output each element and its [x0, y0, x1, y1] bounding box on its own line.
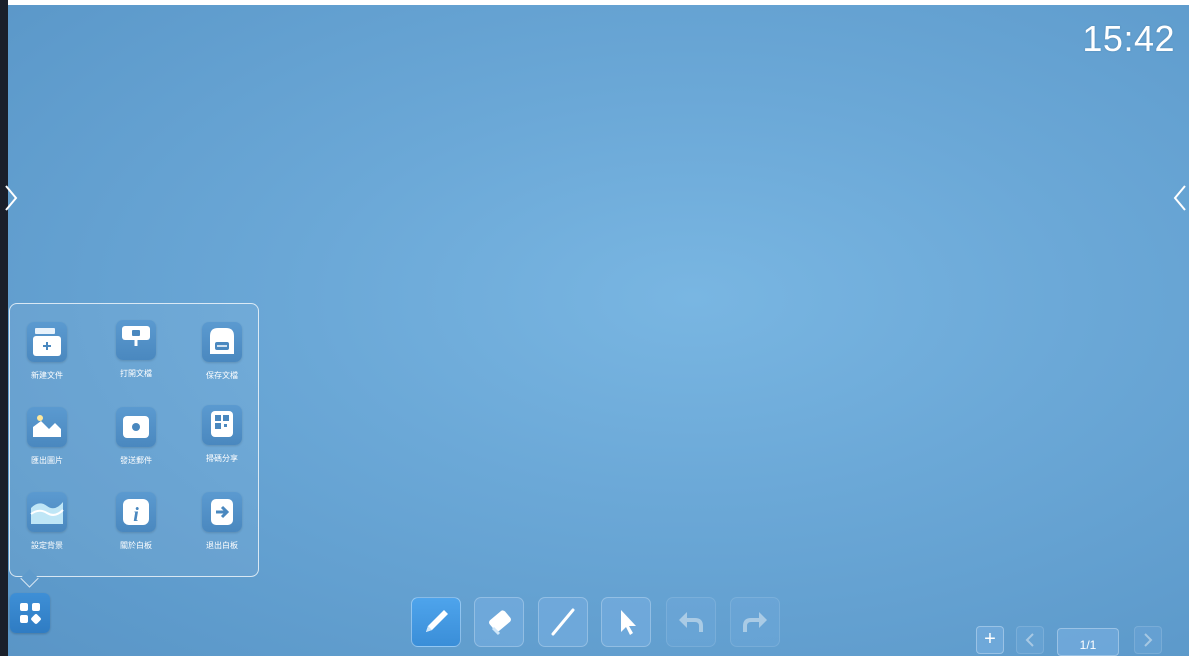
- add-page-button[interactable]: +: [976, 626, 1004, 654]
- menu-item-label: 掃碼分享: [206, 454, 238, 463]
- new-file-icon: [27, 322, 67, 362]
- exit-icon: [202, 492, 242, 532]
- screen-left-bezel: [0, 0, 8, 656]
- menu-launcher-button[interactable]: [10, 593, 50, 633]
- send-mail-icon: [116, 407, 156, 447]
- save-document-icon: [202, 322, 242, 362]
- menu-item-qr-share[interactable]: 掃碼分享: [192, 405, 252, 464]
- menu-item-exit[interactable]: 退出白板: [192, 492, 252, 551]
- menu-item-label: 打開文檔: [120, 369, 152, 378]
- chevron-left-icon: [1025, 633, 1034, 647]
- svg-text:i: i: [133, 504, 139, 526]
- select-cursor-icon: [621, 610, 636, 635]
- info-icon: i: [116, 492, 156, 532]
- qr-share-icon: [202, 405, 242, 445]
- redo-button[interactable]: [730, 597, 780, 647]
- open-document-icon: [116, 320, 156, 360]
- menu-item-label: 匯出圖片: [31, 456, 63, 465]
- pen-icon: [426, 610, 448, 632]
- undo-button[interactable]: [666, 597, 716, 647]
- menu-item-label: 發送郵件: [120, 456, 152, 465]
- undo-icon: [679, 612, 703, 632]
- menu-item-label: 關於白板: [120, 541, 152, 550]
- redo-icon: [743, 612, 767, 632]
- chevron-right-icon[interactable]: [2, 180, 20, 216]
- line-tool-button[interactable]: [538, 597, 588, 647]
- apps-grid-icon: [20, 603, 41, 624]
- pen-tool-button[interactable]: [411, 597, 461, 647]
- status-clock: 15:42: [1082, 18, 1175, 59]
- eraser-tool-button[interactable]: [474, 597, 524, 647]
- menu-item-export-image[interactable]: 匯出圖片: [17, 407, 77, 466]
- select-tool-button[interactable]: [601, 597, 651, 647]
- next-page-button[interactable]: [1134, 626, 1162, 654]
- menu-item-label: 新建文件: [31, 371, 63, 380]
- line-icon: [551, 608, 575, 636]
- menu-item-save-document[interactable]: 保存文檔: [192, 322, 252, 381]
- background-icon: [27, 492, 67, 532]
- previous-page-button[interactable]: [1016, 626, 1044, 654]
- eraser-icon: [489, 610, 511, 636]
- export-image-icon: [27, 407, 67, 447]
- menu-item-new-file[interactable]: 新建文件: [17, 322, 77, 381]
- menu-item-label: 退出白板: [206, 541, 238, 550]
- chevron-left-icon[interactable]: [1171, 180, 1189, 216]
- menu-item-label: 保存文檔: [206, 371, 238, 380]
- menu-item-about[interactable]: i 關於白板: [106, 492, 166, 551]
- chevron-right-icon: [1144, 633, 1153, 647]
- menu-item-label: 設定背景: [31, 541, 63, 550]
- menu-item-open-document[interactable]: 打開文檔: [106, 320, 166, 379]
- menu-item-send-mail[interactable]: 發送郵件: [106, 407, 166, 466]
- page-indicator: 1/1: [1057, 628, 1119, 656]
- menu-item-set-background[interactable]: 設定背景: [17, 492, 77, 551]
